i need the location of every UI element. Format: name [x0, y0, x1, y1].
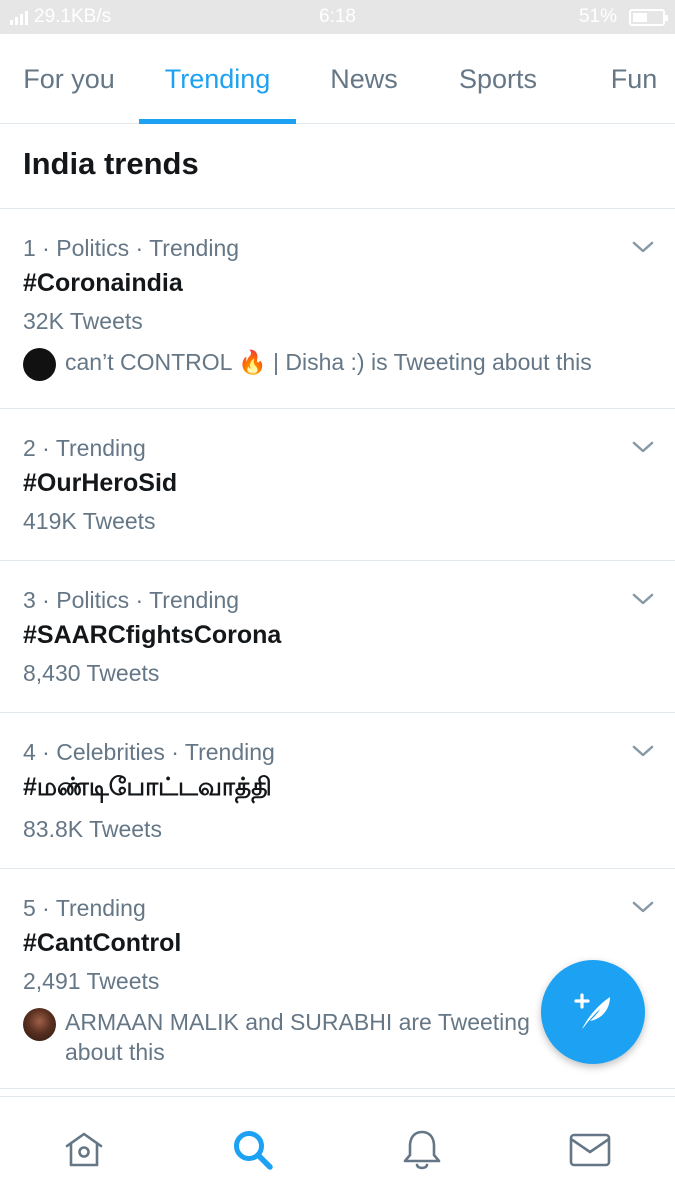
tab-label: Trending: [164, 63, 271, 94]
avatar: [23, 1008, 56, 1041]
trend-tweet-count: 83.8K Tweets: [23, 816, 162, 842]
compose-tweet-button[interactable]: [541, 960, 645, 1064]
trend-tweet-count: 32K Tweets: [23, 308, 143, 334]
trend-tweet-count: 8,430 Tweets: [23, 660, 160, 686]
trend-meta: 1 · Politics · Trending: [23, 235, 240, 261]
trend-meta: 2 · Trending: [23, 435, 146, 461]
bottom-navigation: [0, 1096, 675, 1200]
trend-tweet-count: 2,491 Tweets: [23, 968, 160, 994]
tab-trending[interactable]: Trending: [139, 34, 296, 124]
bell-icon: [403, 1130, 441, 1170]
nav-search[interactable]: [230, 1127, 276, 1173]
avatar: [23, 348, 56, 381]
trend-context: ARMAAN MALIK and SURABHI are Tweeting ab…: [23, 1007, 583, 1067]
battery-percent: 51%: [578, 6, 617, 27]
nav-notifications[interactable]: [399, 1127, 445, 1173]
chevron-down-icon[interactable]: [631, 439, 655, 455]
tab-sports[interactable]: Sports: [448, 34, 548, 124]
trend-meta: 4 · Celebrities · Trending: [23, 739, 275, 765]
trend-item[interactable]: 1 · Politics · Trending #Coronaindia 32K…: [0, 209, 675, 409]
chevron-down-icon[interactable]: [631, 239, 655, 255]
nav-messages[interactable]: [567, 1127, 613, 1173]
chevron-down-icon[interactable]: [631, 591, 655, 607]
trend-item[interactable]: 3 · Politics · Trending #SAARCfightsCoro…: [0, 561, 675, 713]
section-title: India trends: [23, 146, 199, 181]
tab-news[interactable]: News: [322, 34, 406, 124]
home-icon: [65, 1132, 103, 1167]
trend-name: #SAARCfightsCorona: [23, 621, 282, 649]
trend-meta: 5 · Trending: [23, 895, 146, 921]
trend-tweet-count: 419K Tweets: [23, 508, 156, 534]
compose-tweet-icon: [574, 993, 610, 1029]
status-time: 6:18: [319, 6, 356, 27]
trend-meta: 3 · Politics · Trending: [23, 587, 240, 613]
search-icon: [234, 1131, 273, 1170]
trend-name: #CantControl: [23, 929, 182, 957]
trend-name: #மண்டிபோட்டவாத்தி: [23, 773, 272, 801]
tab-label: News: [330, 63, 398, 94]
tab-for-you[interactable]: For you: [15, 34, 123, 124]
active-tab-indicator: [139, 119, 296, 124]
trend-name: #Coronaindia: [23, 269, 183, 297]
status-bar: 29.1KB/s 6:18 51%: [0, 0, 675, 34]
tab-label: For you: [23, 63, 115, 94]
tab-label: Sports: [458, 63, 538, 94]
chevron-down-icon[interactable]: [631, 743, 655, 759]
trend-context: can’t CONTROL 🔥 | Disha :) is Tweeting a…: [23, 347, 592, 381]
trend-item[interactable]: 4 · Celebrities · Trending #மண்டிபோட்டவா…: [0, 713, 675, 869]
explore-tabs: For you Trending News Sports Fun: [0, 34, 675, 124]
mail-icon: [569, 1133, 611, 1167]
trend-context-text: ARMAAN MALIK and SURABHI are Tweeting ab…: [65, 1009, 530, 1065]
trend-name: #OurHeroSid: [23, 469, 178, 497]
nav-home[interactable]: [61, 1127, 107, 1173]
tab-label: Fun: [610, 63, 658, 94]
chevron-down-icon[interactable]: [631, 899, 655, 915]
trend-context-text: can’t CONTROL 🔥 | Disha :) is Tweeting a…: [65, 349, 592, 375]
battery-icon: [629, 8, 668, 26]
tab-fun[interactable]: Fun: [604, 34, 664, 124]
trend-item[interactable]: 2 · Trending #OurHeroSid 419K Tweets: [0, 409, 675, 561]
